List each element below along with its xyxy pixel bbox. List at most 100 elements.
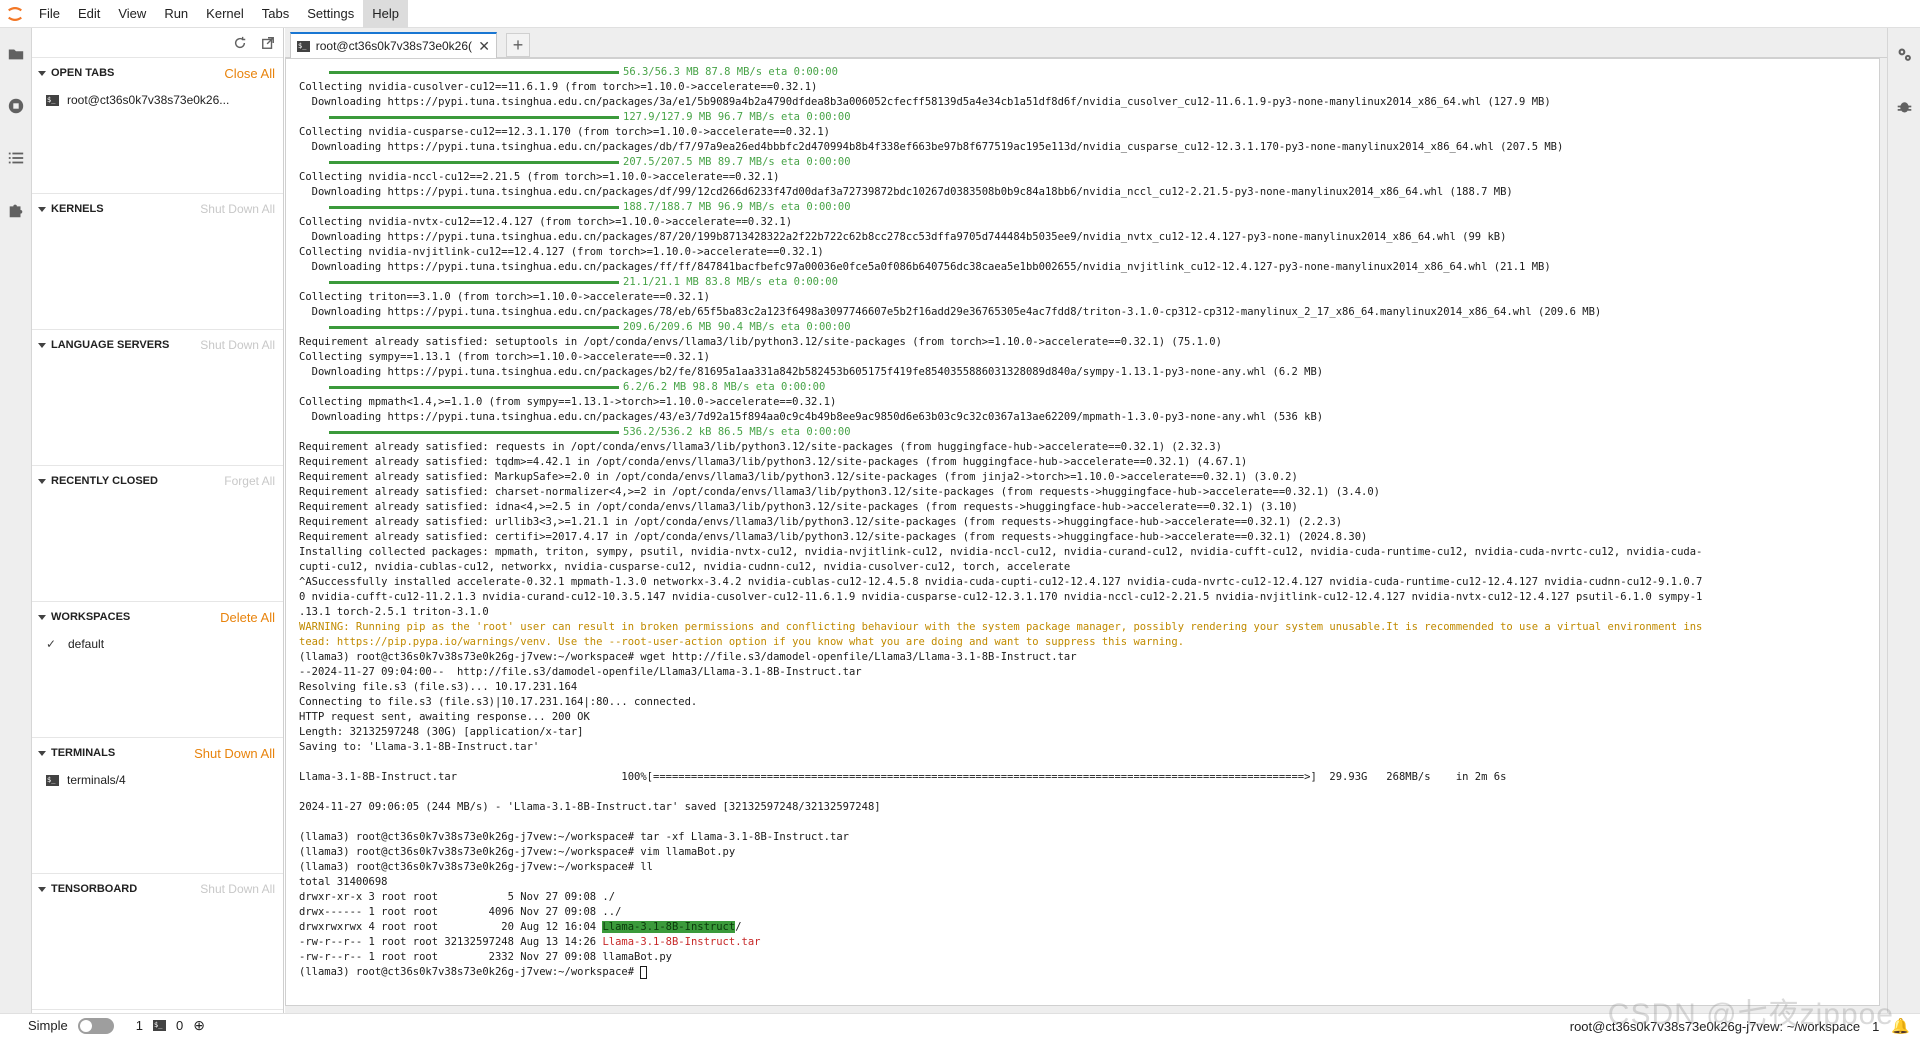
section-action-button[interactable]: Shut Down All <box>194 746 275 761</box>
list-item[interactable]: $_ terminals/4 <box>32 768 283 792</box>
terminal-line-text: drwxrwxrwx 4 root root 20 Aug 12 16:04 <box>299 921 603 933</box>
terminal-line: (llama3) root@ct36s0k7v38s73e0k26g-j7vew… <box>299 830 1702 845</box>
kernel-count[interactable]: 0 <box>176 1018 183 1033</box>
menu-run[interactable]: Run <box>155 0 197 28</box>
menu-kernel[interactable]: Kernel <box>197 0 253 28</box>
terminal-line: 56.3/56.3 MB 87.8 MB/s eta 0:00:00 <box>299 65 1702 80</box>
terminal-line-text: Resolving file.s3 (file.s3)... 10.17.231… <box>299 681 578 693</box>
section-action-button[interactable]: Forget All <box>224 474 275 488</box>
terminal-line: total 31400698 <box>299 875 1702 890</box>
terminal-line-text: --2024-11-27 09:04:00-- http://file.s3/d… <box>299 666 862 678</box>
terminal-line-tail: / <box>735 921 742 933</box>
section-title: TENSORBOARD <box>38 883 137 895</box>
terminal-line: drwxr-xr-x 3 root root 5 Nov 27 09:08 ./ <box>299 890 1702 905</box>
section-action-button[interactable]: Shut Down All <box>200 202 275 216</box>
terminal-line-text: Llama-3.1-8B-Instruct.tar 100%[=========… <box>299 771 1507 783</box>
simple-mode-label: Simple <box>28 1018 68 1033</box>
menu-view[interactable]: View <box>109 0 155 28</box>
section-kernels: KERNELS Shut Down All <box>32 194 283 330</box>
extension-manager-tab[interactable] <box>0 184 32 236</box>
list-item-label: terminals/4 <box>67 773 126 787</box>
menu-tabs[interactable]: Tabs <box>253 0 298 28</box>
terminal-line-text: Collecting triton==3.1.0 (from torch>=1.… <box>299 291 710 303</box>
debugger-tab[interactable] <box>1888 80 1920 132</box>
terminal-line: Connecting to file.s3 (file.s3)|10.17.23… <box>299 695 1702 710</box>
section-header[interactable]: TERMINALS Shut Down All <box>32 738 283 768</box>
terminal-line-text: (llama3) root@ct36s0k7v38s73e0k26g-j7vew… <box>299 846 736 858</box>
progress-bar <box>329 325 619 329</box>
section-action-button[interactable]: Shut Down All <box>200 338 275 352</box>
section-title-text: TENSORBOARD <box>51 883 138 895</box>
close-icon[interactable]: ✕ <box>478 38 490 55</box>
terminal-line: Collecting nvidia-nccl-cu12==2.21.5 (fro… <box>299 170 1702 185</box>
section-header[interactable]: RECENTLY CLOSED Forget All <box>32 466 283 496</box>
terminal-line-text: 2024-11-27 09:06:05 (244 MB/s) - 'Llama-… <box>299 801 881 813</box>
section-header[interactable]: OPEN TABS Close All <box>32 58 283 88</box>
table-of-contents-tab[interactable] <box>0 132 32 184</box>
section-language-servers: LANGUAGE SERVERS Shut Down All <box>32 330 283 466</box>
terminal-count[interactable]: 1 <box>136 1018 143 1033</box>
terminal-line-text: HTTP request sent, awaiting response... … <box>299 711 590 723</box>
progress-bar <box>329 70 619 74</box>
terminal-line-text: (llama3) root@ct36s0k7v38s73e0k26g-j7vew… <box>299 966 641 978</box>
terminal-icon: $_ <box>46 774 59 786</box>
list-item-label: default <box>68 637 105 651</box>
terminal-line: 0 nvidia-cufft-cu12-11.2.1.3 nvidia-cura… <box>299 590 1702 605</box>
terminal-line-text: Requirement already satisfied: tqdm>=4.4… <box>299 456 1248 468</box>
terminal-line-text: Collecting nvidia-cusolver-cu12==11.6.1.… <box>299 81 818 93</box>
bell-icon[interactable]: 🔔 <box>1891 1017 1910 1035</box>
section-title: LANGUAGE SERVERS <box>38 339 169 351</box>
terminal-line-text: Requirement already satisfied: charset-n… <box>299 486 1380 498</box>
file-browser-tab[interactable] <box>0 28 32 80</box>
list-item[interactable]: ✓ default <box>32 632 283 656</box>
terminal-line-text: Length: 32132597248 (30G) [application/x… <box>299 726 584 738</box>
terminal-line: Downloading https://pypi.tuna.tsinghua.e… <box>299 140 1702 155</box>
section-action-button[interactable]: Delete All <box>220 610 275 625</box>
terminal-line-text: 536.2/536.2 kB 86.5 MB/s eta 0:00:00 <box>623 426 851 438</box>
section-header[interactable]: WORKSPACES Delete All <box>32 602 283 632</box>
terminal-line: -rw-r--r-- 1 root root 32132597248 Aug 1… <box>299 935 1702 950</box>
terminal-line-text: Connecting to file.s3 (file.s3)|10.17.23… <box>299 696 698 708</box>
section-title-text: KERNELS <box>51 203 104 215</box>
terminal-icon: $_ <box>152 1020 166 1031</box>
refresh-icon[interactable] <box>233 36 247 50</box>
terminal-line: Length: 32132597248 (30G) [application/x… <box>299 725 1702 740</box>
terminal-view[interactable]: 56.3/56.3 MB 87.8 MB/s eta 0:00:00 Collec… <box>285 58 1880 1006</box>
terminal-line: 188.7/188.7 MB 96.9 MB/s eta 0:00:00 <box>299 200 1702 215</box>
section-header[interactable]: LANGUAGE SERVERS Shut Down All <box>32 330 283 360</box>
simple-mode-toggle[interactable] <box>77 1017 114 1034</box>
terminal-line: Collecting nvidia-nvjitlink-cu12==12.4.1… <box>299 245 1702 260</box>
menu-settings[interactable]: Settings <box>298 0 363 28</box>
open-external-icon[interactable] <box>261 36 275 50</box>
list-item-label: root@ct36s0k7v38s73e0k26... <box>67 93 230 107</box>
section-action-button[interactable]: Shut Down All <box>200 882 275 896</box>
terminal-line: drwxrwxrwx 4 root root 20 Aug 12 16:04 L… <box>299 920 1702 935</box>
terminal-line: Requirement already satisfied: idna<4,>=… <box>299 500 1702 515</box>
menu-file[interactable]: File <box>30 0 69 28</box>
menu-edit[interactable]: Edit <box>69 0 109 28</box>
section-header[interactable]: TENSORBOARD Shut Down All <box>32 874 283 904</box>
terminal-line-text: Downloading https://pypi.tuna.tsinghua.e… <box>299 186 1513 198</box>
tab-terminal[interactable]: $_ root@ct36s0k7v38s73e0k26( ✕ <box>290 32 497 58</box>
terminal-output: 56.3/56.3 MB 87.8 MB/s eta 0:00:00 Collec… <box>299 65 1702 980</box>
section-header[interactable]: KERNELS Shut Down All <box>32 194 283 224</box>
running-sessions-tab[interactable] <box>0 80 32 132</box>
terminal-line: Requirement already satisfied: MarkupSaf… <box>299 470 1702 485</box>
caret-down-icon <box>38 478 46 484</box>
list-item[interactable]: $_ root@ct36s0k7v38s73e0k26... <box>32 88 283 112</box>
menu-help[interactable]: Help <box>363 0 408 28</box>
watermark: CSDN @七夜zippoe <box>1607 998 1894 1031</box>
globe-icon[interactable]: ⊕ <box>193 1017 205 1034</box>
terminal-line: Collecting nvidia-cusolver-cu12==11.6.1.… <box>299 80 1702 95</box>
terminal-line: Downloading https://pypi.tuna.tsinghua.e… <box>299 260 1702 275</box>
terminal-line: Requirement already satisfied: urllib3<3… <box>299 515 1702 530</box>
terminal-line-text: Requirement already satisfied: requests … <box>299 441 1222 453</box>
jupyter-logo-icon <box>0 0 30 28</box>
property-inspector-tab[interactable] <box>1888 28 1920 80</box>
section-title-text: WORKSPACES <box>51 611 131 623</box>
new-tab-button[interactable]: + <box>506 33 530 57</box>
terminal-line: Llama-3.1-8B-Instruct.tar 100%[=========… <box>299 770 1702 785</box>
section-action-button[interactable]: Close All <box>224 66 275 81</box>
